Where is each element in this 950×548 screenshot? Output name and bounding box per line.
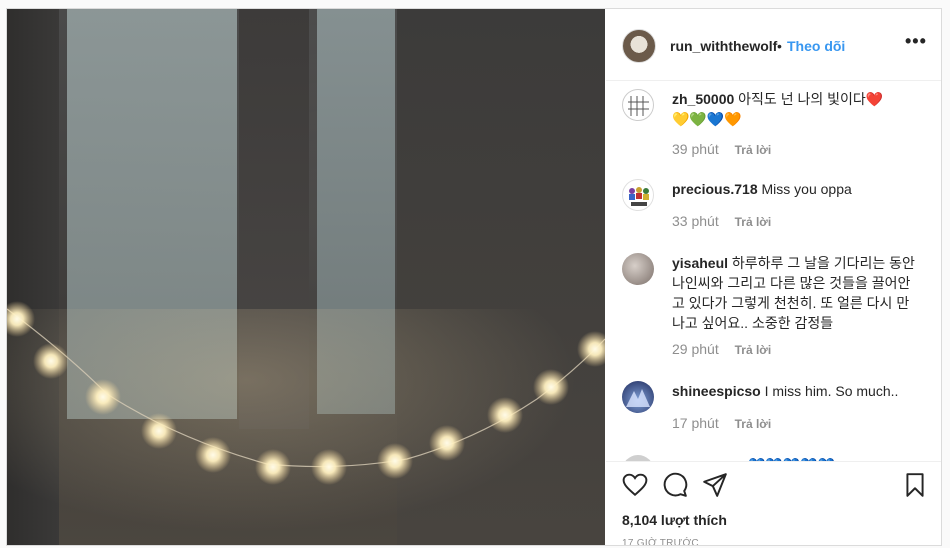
more-options-icon[interactable]: ••• — [905, 31, 927, 52]
author-username[interactable]: run_withthewolf — [670, 38, 777, 54]
comment-text: shineespicso I miss him. So much.. — [672, 381, 922, 401]
post-header: run_withthewolf • Theo dõi ••• — [606, 9, 941, 81]
comment-username[interactable]: shineespicso — [672, 383, 761, 399]
post-photo[interactable] — [7, 9, 605, 545]
comment-icon[interactable] — [662, 472, 688, 498]
like-count[interactable]: 8,104 lượt thích — [622, 512, 727, 528]
comment-text: precious.718 Miss you oppa — [672, 179, 922, 199]
reply-button[interactable]: Trả lời — [735, 417, 772, 431]
comment-time: 33 phút — [672, 213, 719, 229]
reply-button[interactable]: Trả lời — [735, 215, 772, 229]
follow-button[interactable]: Theo dõi — [787, 38, 845, 54]
commenter-avatar[interactable] — [622, 89, 654, 121]
comment-content: I miss him. So much.. — [764, 383, 899, 399]
bookmark-icon[interactable] — [902, 472, 928, 498]
reply-button[interactable]: Trả lời — [735, 343, 772, 357]
comment-meta: 17 phút Trả lời — [672, 415, 771, 431]
comment-username[interactable]: zh_50000 — [672, 91, 734, 107]
reply-button[interactable]: Trả lời — [735, 143, 772, 157]
post-actions: 8,104 lượt thích 17 GIỜ TRƯỚC — [606, 461, 941, 545]
comments-list[interactable]: zh_50000 아직도 넌 나의 빛이다❤️ 💛💚💙🧡 39 phút Trả… — [606, 81, 941, 461]
commenter-avatar[interactable] — [622, 179, 654, 211]
heart-icon[interactable] — [622, 472, 648, 498]
comment-time: 39 phút — [672, 141, 719, 157]
header-separator: • — [777, 38, 782, 54]
comment-content: 아직도 넌 나의 빛이다❤️ — [738, 91, 884, 107]
comment-content: Miss you oppa — [761, 181, 852, 197]
comment-meta: 39 phút Trả lời — [672, 141, 771, 157]
comment-time: 29 phút — [672, 341, 719, 357]
post-timestamp[interactable]: 17 GIỜ TRƯỚC — [622, 538, 699, 545]
comment-username[interactable]: yisaheul — [672, 255, 728, 271]
commenter-avatar[interactable] — [622, 253, 654, 285]
comment-text: zh_50000 아직도 넌 나의 빛이다❤️ 💛💚💙🧡 — [672, 89, 922, 129]
comment-content-emoji: 💛💚💙🧡 — [672, 111, 742, 127]
post-modal: run_withthewolf • Theo dõi ••• zh_50000 … — [6, 8, 942, 546]
comment-username[interactable]: precious.718 — [672, 181, 758, 197]
comment-meta: 29 phút Trả lời — [672, 341, 771, 357]
author-avatar[interactable] — [622, 29, 656, 63]
light-bulbs — [7, 301, 605, 485]
comment-time: 17 phút — [672, 415, 719, 431]
commenter-avatar[interactable] — [622, 381, 654, 413]
share-icon[interactable] — [702, 472, 728, 498]
comment-meta: 33 phút Trả lời — [672, 213, 771, 229]
comment-text: yisaheul 하루하루 그 날을 기다리는 동안 나인씨와 그리고 다른 많… — [672, 253, 922, 333]
fairy-lights — [7, 301, 605, 485]
